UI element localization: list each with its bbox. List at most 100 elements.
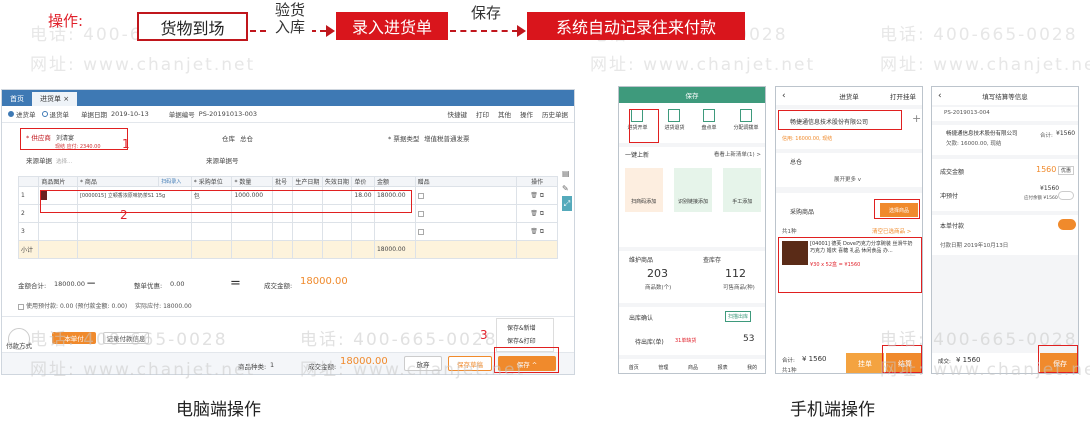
- card-manual[interactable]: 手工添加: [723, 168, 762, 212]
- phone2-title: 进货单: [839, 93, 859, 101]
- side-tools[interactable]: ▤ ✎ ⤢: [562, 166, 574, 211]
- deal-value[interactable]: 1560: [1036, 165, 1056, 174]
- source-input[interactable]: 选择...: [56, 157, 72, 165]
- watermark-site: 网址: www.chanjet.net: [300, 360, 526, 380]
- phone3-title: 填写结算等信息: [982, 93, 1028, 101]
- section-title: 一键上新: [625, 152, 650, 159]
- stock-label[interactable]: 查库存: [703, 255, 721, 264]
- prepay-value: 0.00 (预付款金额: 0.00): [59, 303, 128, 310]
- deal-label: 成交金额: [940, 169, 965, 176]
- row-actions[interactable]: 🗑 ⧉: [516, 204, 558, 223]
- discount-button[interactable]: 优惠: [1058, 166, 1075, 175]
- row-actions[interactable]: 🗑 ⧉: [516, 186, 558, 205]
- warehouse-label: 仓库: [222, 135, 235, 143]
- sellable-count: 112: [725, 267, 746, 280]
- row-no: 2: [17, 204, 40, 223]
- phone-home: 保存 进货开单 进货退货 盘点单 分配调拨单 一键上新 看看上新清单(1) > 扫…: [618, 86, 766, 374]
- item-table: 商品图片 * 商品 扫码录入 * 采购单位 * 数量 批号 生产日期 失效日期 …: [17, 176, 558, 259]
- no-value: PS-20191013-003: [198, 110, 258, 118]
- add-icon[interactable]: +: [912, 112, 921, 125]
- col-header: * 采购单位: [190, 176, 233, 187]
- nav-me[interactable]: 我的: [747, 364, 757, 371]
- watermark-phone: 电话: 400-665-0028: [30, 330, 228, 350]
- watermark-phone: 电话: 400-665-0028: [880, 25, 1078, 45]
- nav-home[interactable]: 首页: [629, 364, 639, 371]
- tool-print[interactable]: 打印: [476, 109, 489, 119]
- tool-shortcut[interactable]: 快捷键: [448, 109, 468, 119]
- step-auto-record: 系统自动记录往来付款: [527, 12, 745, 40]
- pending-tag: 31单缺货: [675, 338, 697, 344]
- tool-operate[interactable]: 操作: [520, 109, 533, 119]
- tab-home[interactable]: 首页: [2, 92, 32, 106]
- product-count: 203: [647, 267, 668, 280]
- prepay-row[interactable]: 使用预付款: 0.00 (预付款金额: 0.00) 实际应付: 18000.00: [18, 301, 192, 310]
- supplier-name: 畅捷通信息技术股份有限公司: [946, 131, 1018, 137]
- scan-button[interactable]: 扫码录入: [158, 176, 192, 187]
- col-header: 失效日期: [321, 176, 353, 187]
- gift-checkbox[interactable]: [417, 228, 424, 235]
- nav-manage[interactable]: 管理: [658, 364, 668, 371]
- row-no: 1: [17, 186, 40, 205]
- maint-label[interactable]: 维护商品: [629, 255, 653, 264]
- gift-checkbox[interactable]: [417, 210, 424, 217]
- discount-value[interactable]: 0.00: [170, 280, 184, 288]
- invoice-value[interactable]: 增值税普通发票: [424, 133, 470, 143]
- col-header: 单价: [351, 176, 375, 187]
- date-value[interactable]: 2019-10-13: [111, 110, 149, 118]
- actual-value: 18000.00: [163, 303, 192, 310]
- tab-bar: 首页 进货单 ×: [2, 90, 574, 106]
- save-new-item[interactable]: 保存&新增: [507, 322, 543, 335]
- paynow-toggle[interactable]: [1058, 219, 1076, 230]
- phone1-title: 保存: [619, 87, 765, 103]
- subtotal-value: 18000.00: [373, 240, 416, 259]
- tab-purchase[interactable]: 进货单 ×: [32, 92, 78, 106]
- tool-other[interactable]: 其他: [498, 109, 511, 119]
- phone3-header: ‹ 填写结算等信息: [932, 87, 1078, 105]
- tool-history[interactable]: 历史单据: [542, 109, 568, 119]
- offset-value: ¥1560: [1040, 185, 1060, 192]
- pending-label[interactable]: 待出库(单): [635, 337, 664, 346]
- phone2-header: ‹ 进货单 打开挂单: [776, 87, 922, 105]
- radio-label: 退货单: [49, 111, 70, 119]
- col-header: 生产日期: [292, 176, 323, 187]
- icon-stock-check[interactable]: 盘点单: [701, 109, 717, 143]
- pay-date[interactable]: 付款日期 2019年10月13日: [940, 241, 1008, 249]
- flow-arrow-label: 保存: [466, 5, 506, 22]
- more-link[interactable]: 看看上新清单(1) >: [714, 150, 761, 159]
- clear-goods[interactable]: 清空已选商品 >: [872, 227, 911, 235]
- discount-label: 整单优惠:: [134, 282, 163, 290]
- radio-return[interactable]: [41, 111, 48, 117]
- nav-goods[interactable]: 商品: [688, 364, 698, 371]
- expand-more[interactable]: 展开更多 v: [834, 175, 861, 183]
- row-no: 3: [17, 222, 40, 241]
- arrow-right-icon: [326, 25, 335, 37]
- gift-checkbox[interactable]: [417, 192, 424, 199]
- icon-purchase-return[interactable]: 进货退货: [664, 109, 685, 143]
- watermark-site: 网址: www.chanjet.net: [880, 55, 1090, 75]
- table-row[interactable]: 3 🗑 ⧉: [17, 222, 558, 241]
- back-icon[interactable]: ‹: [782, 91, 786, 101]
- prepay-label: 使用预付款:: [26, 303, 59, 310]
- icon-transfer[interactable]: 分配调拨单: [733, 109, 759, 143]
- hold-button[interactable]: 挂单: [846, 353, 884, 373]
- nav-report[interactable]: 报表: [718, 364, 728, 371]
- offset-toggle[interactable]: [1058, 191, 1074, 200]
- card-link[interactable]: 识别链接添加: [673, 168, 712, 212]
- col-header: 金额: [373, 176, 416, 187]
- back-icon[interactable]: ‹: [938, 91, 942, 101]
- warehouse-name[interactable]: 总仓: [790, 157, 802, 166]
- col-header: * 商品: [76, 176, 160, 187]
- total-value: ¥1560: [1056, 130, 1076, 137]
- order-no: PS-2019013-004: [944, 110, 990, 116]
- row-actions[interactable]: 🗑 ⧉: [516, 222, 558, 241]
- pay-method-label: 付款方式: [6, 342, 32, 350]
- open-hold-button[interactable]: 打开挂单: [890, 91, 916, 101]
- total-label: 合计:: [1040, 133, 1053, 139]
- step-number-2: 2: [120, 208, 128, 222]
- arrow-right-icon: [517, 25, 526, 37]
- divider: [2, 316, 574, 317]
- scan-out-button[interactable]: 扫描出库: [725, 311, 752, 322]
- warehouse-value[interactable]: 总仓: [240, 133, 253, 143]
- card-scan[interactable]: 扫商码添加: [624, 168, 663, 212]
- radio-purchase[interactable]: [8, 111, 14, 117]
